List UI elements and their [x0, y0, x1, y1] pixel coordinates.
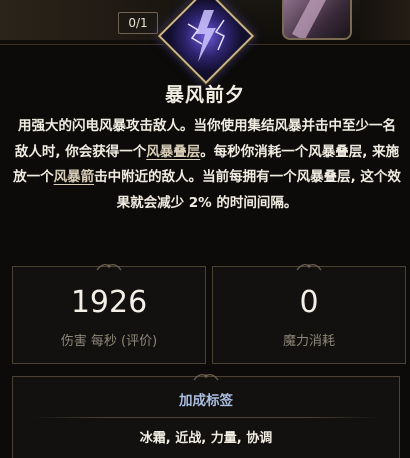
tags-list: 冰霜, 近战, 力量, 协调	[139, 431, 273, 446]
ornament-icon	[193, 374, 219, 381]
tags-box: 加成标签 冰霜, 近战, 力量, 协调	[12, 374, 400, 458]
keyword-storm-stack[interactable]: 风暴叠层	[146, 144, 200, 160]
mana-label: 魔力消耗	[282, 334, 335, 349]
mana-value: 0	[299, 285, 319, 320]
tags-title: 加成标签	[179, 393, 233, 409]
description-text: 击中附近的敌人。当前每拥有一个风暴叠层, 这个效果就会减少 2% 的时间间隔。	[94, 169, 401, 211]
adjacent-skill-thumbnail[interactable]	[282, 0, 352, 40]
dps-value: 1926	[70, 285, 148, 320]
top-right-panel	[360, 0, 410, 40]
dps-label: 伤害 每秒 (评价)	[60, 334, 158, 349]
skill-name: 暴风前夕	[164, 84, 245, 106]
dps-stat-box: 1926 伤害 每秒 (评价)	[12, 264, 206, 364]
skill-counter: 0/1	[118, 12, 158, 34]
ornament-icon	[96, 264, 122, 271]
divider	[33, 417, 379, 418]
skill-description: 用强大的闪电风暴攻击敌人。当你使用集结风暴并击中至少一名敌人时, 你会获得一个风…	[12, 114, 402, 216]
ornament-icon	[296, 264, 322, 271]
mana-stat-box: 0 魔力消耗	[212, 264, 406, 364]
keyword-storm-bolt[interactable]: 风暴箭	[54, 169, 95, 185]
